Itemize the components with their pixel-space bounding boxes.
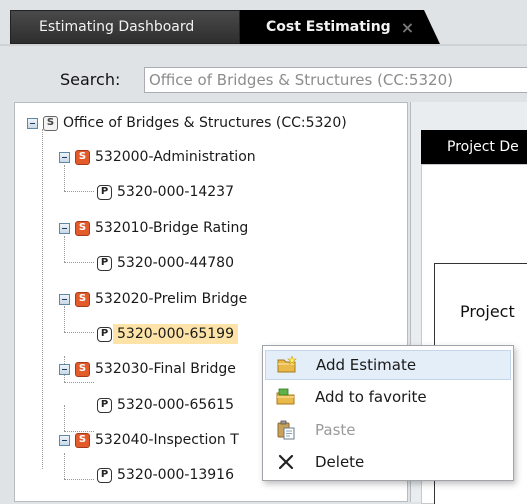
tree-node-group[interactable]: S 532000-Administration <box>59 145 256 169</box>
menu-item-label: Add to favorite <box>315 388 427 406</box>
tree-connector <box>64 332 94 333</box>
structure-badge-icon: S <box>75 149 90 165</box>
delete-icon <box>275 451 297 473</box>
menu-item-add-estimate[interactable]: Add Estimate <box>265 350 511 380</box>
tree-node-label: Office of Bridges & Structures (CC:5320) <box>63 115 347 131</box>
tree-connector <box>64 191 94 192</box>
tree-node-label: 5320-000-14237 <box>117 184 234 200</box>
tree-node-label: 532040-Inspection T <box>95 432 239 448</box>
search-input[interactable] <box>144 67 527 93</box>
tab-divider <box>0 44 527 46</box>
menu-item-label: Paste <box>315 421 356 439</box>
structure-badge-icon: S <box>75 220 90 236</box>
context-menu: Add Estimate Add to favorite Paste Delet… <box>262 345 514 481</box>
menu-item-delete[interactable]: Delete <box>265 447 511 477</box>
structure-badge-icon: S <box>75 291 90 307</box>
collapse-icon[interactable] <box>59 151 70 163</box>
collapse-icon[interactable] <box>27 117 38 129</box>
search-label: Search: <box>60 70 121 89</box>
tree-connector <box>64 479 94 480</box>
collapse-icon[interactable] <box>59 293 70 305</box>
tab-cost-estimating[interactable]: Cost Estimating × <box>240 10 440 44</box>
tree-node-project[interactable]: P 5320-000-65615 <box>97 393 234 417</box>
tab-label: Project De <box>447 139 519 155</box>
tree-node-label: 532020-Prelim Bridge <box>95 291 248 307</box>
tree-node-group[interactable]: S 532020-Prelim Bridge <box>59 287 247 311</box>
tree-node-label: 532030-Final Bridge <box>95 361 236 377</box>
structure-badge-icon: S <box>75 361 90 377</box>
tree-node-project[interactable]: P 5320-000-13916 <box>97 463 234 487</box>
tab-estimating-dashboard[interactable]: Estimating Dashboard <box>10 10 240 44</box>
collapse-icon[interactable] <box>59 363 70 375</box>
tree-node-label: 5320-000-13916 <box>117 467 234 483</box>
tree-connector <box>64 262 94 263</box>
tab-bar: Estimating Dashboard Cost Estimating × <box>0 0 527 46</box>
menu-item-add-to-favorite[interactable]: Add to favorite <box>265 382 511 412</box>
project-badge-icon: P <box>97 326 112 342</box>
close-icon[interactable]: × <box>401 18 414 37</box>
folder-new-icon <box>276 354 298 376</box>
project-field-label: Project <box>460 302 515 321</box>
project-badge-icon: P <box>97 467 112 483</box>
tree-node-label: 5320-000-65615 <box>117 397 234 413</box>
tree-node-group[interactable]: S 532040-Inspection T <box>59 428 239 452</box>
tree-root[interactable]: S Office of Bridges & Structures (CC:532… <box>27 111 347 135</box>
project-badge-icon: P <box>97 184 112 200</box>
menu-item-label: Add Estimate <box>316 356 417 374</box>
tree-connector <box>64 382 94 383</box>
project-badge-icon: P <box>97 255 112 271</box>
tree-node-label: 5320-000-65199 <box>113 324 238 344</box>
tab-label: Cost Estimating <box>266 19 391 35</box>
collapse-icon[interactable] <box>59 434 70 446</box>
collapse-icon[interactable] <box>59 222 70 234</box>
project-badge-icon: P <box>97 397 112 413</box>
folder-add-icon <box>275 386 297 408</box>
tree-node-group[interactable]: S 532030-Final Bridge <box>59 357 236 381</box>
tree-connector <box>42 129 43 469</box>
tree-connector <box>64 453 65 479</box>
tree-node-label: 532000-Administration <box>95 149 256 165</box>
tree-node-group[interactable]: S 532010-Bridge Rating <box>59 216 248 240</box>
tree-node-project[interactable]: P 5320-000-14237 <box>97 180 234 204</box>
menu-item-label: Delete <box>315 453 365 471</box>
structure-badge-icon: S <box>43 115 58 131</box>
tree-node-label: 5320-000-44780 <box>117 255 234 271</box>
structure-badge-icon: S <box>75 432 90 448</box>
tree-node-project[interactable]: P 5320-000-44780 <box>97 251 234 275</box>
tree-node-label: 532010-Bridge Rating <box>95 220 249 236</box>
tree-node-project-selected[interactable]: P 5320-000-65199 <box>97 322 238 346</box>
paste-icon <box>275 419 297 441</box>
tab-label: Estimating Dashboard <box>39 19 195 35</box>
menu-item-paste[interactable]: Paste <box>265 415 511 445</box>
tab-project-details[interactable]: Project De <box>421 130 527 164</box>
